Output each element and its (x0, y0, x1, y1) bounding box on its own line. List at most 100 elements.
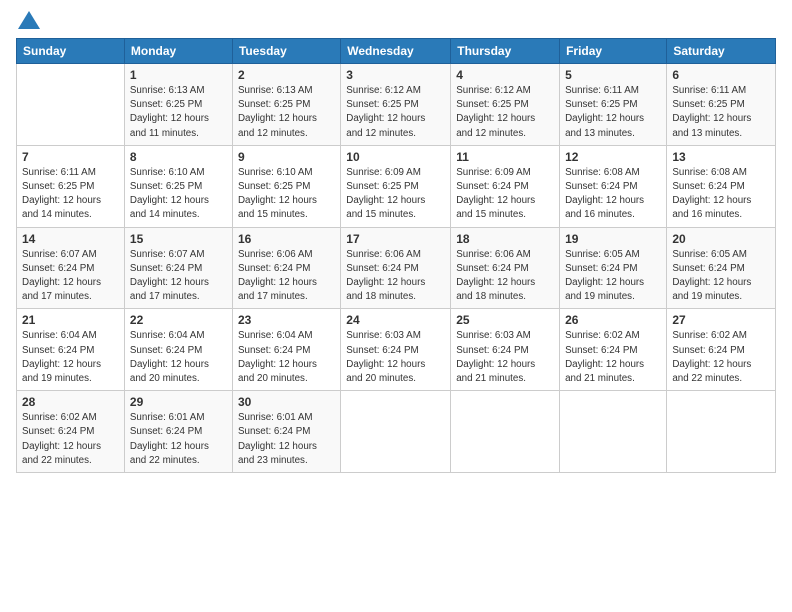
calendar-cell: 3 Sunrise: 6:12 AMSunset: 6:25 PMDaylight… (341, 64, 451, 146)
calendar-cell: 1 Sunrise: 6:13 AMSunset: 6:25 PMDaylight… (124, 64, 232, 146)
calendar-cell: 16 Sunrise: 6:06 AMSunset: 6:24 PMDayligh… (232, 227, 340, 309)
day-number: 19 (565, 232, 661, 246)
day-info: Sunrise: 6:11 AMSunset: 6:25 PMDaylight:… (672, 84, 770, 141)
day-number: 27 (672, 313, 770, 327)
calendar-cell: 10 Sunrise: 6:09 AMSunset: 6:25 PMDayligh… (341, 145, 451, 227)
day-number: 5 (565, 68, 661, 82)
day-number: 13 (672, 150, 770, 164)
calendar-week-row: 21 Sunrise: 6:04 AMSunset: 6:24 PMDayligh… (17, 309, 776, 391)
day-info: Sunrise: 6:05 AMSunset: 6:24 PMDaylight:… (565, 248, 661, 305)
calendar-cell: 9Sunrise: 6:10 AMSunset: 6:25 PMDaylight… (232, 145, 340, 227)
day-number: 21 (22, 313, 119, 327)
day-number: 6 (672, 68, 770, 82)
calendar-cell (17, 64, 125, 146)
day-number: 4 (456, 68, 554, 82)
calendar-day-header: Saturday (667, 39, 776, 64)
day-info: Sunrise: 6:02 AMSunset: 6:24 PMDaylight:… (672, 329, 770, 386)
day-number: 7 (22, 150, 119, 164)
day-info: Sunrise: 6:03 AMSunset: 6:24 PMDaylight:… (456, 329, 554, 386)
day-number: 26 (565, 313, 661, 327)
calendar-day-header: Sunday (17, 39, 125, 64)
calendar-header-row: SundayMondayTuesdayWednesdayThursdayFrid… (17, 39, 776, 64)
day-number: 8 (130, 150, 227, 164)
day-info: Sunrise: 6:08 AMSunset: 6:24 PMDaylight:… (672, 166, 770, 223)
day-info: Sunrise: 6:08 AMSunset: 6:24 PMDaylight:… (565, 166, 661, 223)
calendar-cell: 5 Sunrise: 6:11 AMSunset: 6:25 PMDaylight… (560, 64, 667, 146)
day-info: Sunrise: 6:03 AMSunset: 6:24 PMDaylight:… (346, 329, 445, 386)
day-number: 18 (456, 232, 554, 246)
day-number: 15 (130, 232, 227, 246)
day-number: 30 (238, 395, 335, 409)
calendar-cell: 2 Sunrise: 6:13 AMSunset: 6:25 PMDaylight… (232, 64, 340, 146)
calendar-week-row: 7 Sunrise: 6:11 AMSunset: 6:25 PMDaylight… (17, 145, 776, 227)
calendar-cell: 17 Sunrise: 6:06 AMSunset: 6:24 PMDayligh… (341, 227, 451, 309)
calendar-cell: 18 Sunrise: 6:06 AMSunset: 6:24 PMDayligh… (451, 227, 560, 309)
calendar-cell: 30Sunrise: 6:01 AMSunset: 6:24 PMDayligh… (232, 391, 340, 473)
calendar-cell: 27 Sunrise: 6:02 AMSunset: 6:24 PMDayligh… (667, 309, 776, 391)
day-info: Sunrise: 6:13 AMSunset: 6:25 PMDaylight:… (238, 84, 335, 141)
calendar-cell (341, 391, 451, 473)
calendar-cell: 28Sunrise: 6:02 AMSunset: 6:24 PMDayligh… (17, 391, 125, 473)
header (16, 12, 776, 30)
day-number: 3 (346, 68, 445, 82)
calendar-cell: 23 Sunrise: 6:04 AMSunset: 6:24 PMDayligh… (232, 309, 340, 391)
day-info: Sunrise: 6:04 AMSunset: 6:24 PMDaylight:… (238, 329, 335, 386)
day-info: Sunrise: 6:11 AMSunset: 6:25 PMDaylight:… (565, 84, 661, 141)
calendar-cell: 4 Sunrise: 6:12 AMSunset: 6:25 PMDaylight… (451, 64, 560, 146)
day-info: Sunrise: 6:10 AMSunset: 6:25 PMDaylight:… (130, 166, 227, 223)
calendar-cell: 26 Sunrise: 6:02 AMSunset: 6:24 PMDayligh… (560, 309, 667, 391)
calendar-cell: 22 Sunrise: 6:04 AMSunset: 6:24 PMDayligh… (124, 309, 232, 391)
day-number: 10 (346, 150, 445, 164)
day-number: 1 (130, 68, 227, 82)
calendar-cell: 12 Sunrise: 6:08 AMSunset: 6:24 PMDayligh… (560, 145, 667, 227)
calendar-cell: 11 Sunrise: 6:09 AMSunset: 6:24 PMDayligh… (451, 145, 560, 227)
day-info: Sunrise: 6:12 AMSunset: 6:25 PMDaylight:… (346, 84, 445, 141)
day-number: 11 (456, 150, 554, 164)
calendar-body: 1 Sunrise: 6:13 AMSunset: 6:25 PMDaylight… (17, 64, 776, 473)
calendar-cell: 6 Sunrise: 6:11 AMSunset: 6:25 PMDaylight… (667, 64, 776, 146)
day-info: Sunrise: 6:02 AMSunset: 6:24 PMDaylight:… (565, 329, 661, 386)
day-info: Sunrise: 6:01 AMSunset: 6:24 PMDaylight:… (130, 411, 227, 468)
calendar-header: SundayMondayTuesdayWednesdayThursdayFrid… (17, 39, 776, 64)
calendar-day-header: Thursday (451, 39, 560, 64)
calendar-cell (560, 391, 667, 473)
day-number: 14 (22, 232, 119, 246)
day-info: Sunrise: 6:09 AMSunset: 6:25 PMDaylight:… (346, 166, 445, 223)
day-number: 23 (238, 313, 335, 327)
calendar-week-row: 1 Sunrise: 6:13 AMSunset: 6:25 PMDaylight… (17, 64, 776, 146)
day-info: Sunrise: 6:06 AMSunset: 6:24 PMDaylight:… (346, 248, 445, 305)
day-number: 25 (456, 313, 554, 327)
calendar-day-header: Friday (560, 39, 667, 64)
day-number: 28 (22, 395, 119, 409)
day-number: 17 (346, 232, 445, 246)
day-info: Sunrise: 6:10 AMSunset: 6:25 PMDaylight:… (238, 166, 335, 223)
calendar-cell: 7 Sunrise: 6:11 AMSunset: 6:25 PMDaylight… (17, 145, 125, 227)
day-info: Sunrise: 6:06 AMSunset: 6:24 PMDaylight:… (238, 248, 335, 305)
day-number: 22 (130, 313, 227, 327)
day-info: Sunrise: 6:09 AMSunset: 6:24 PMDaylight:… (456, 166, 554, 223)
calendar-cell (667, 391, 776, 473)
day-info: Sunrise: 6:12 AMSunset: 6:25 PMDaylight:… (456, 84, 554, 141)
day-info: Sunrise: 6:13 AMSunset: 6:25 PMDaylight:… (130, 84, 227, 141)
day-number: 29 (130, 395, 227, 409)
day-info: Sunrise: 6:11 AMSunset: 6:25 PMDaylight:… (22, 166, 119, 223)
day-info: Sunrise: 6:04 AMSunset: 6:24 PMDaylight:… (130, 329, 227, 386)
calendar-cell: 19 Sunrise: 6:05 AMSunset: 6:24 PMDayligh… (560, 227, 667, 309)
day-info: Sunrise: 6:05 AMSunset: 6:24 PMDaylight:… (672, 248, 770, 305)
calendar-cell: 25 Sunrise: 6:03 AMSunset: 6:24 PMDayligh… (451, 309, 560, 391)
calendar-cell: 15 Sunrise: 6:07 AMSunset: 6:24 PMDayligh… (124, 227, 232, 309)
calendar-cell: 21Sunrise: 6:04 AMSunset: 6:24 PMDayligh… (17, 309, 125, 391)
logo (16, 12, 40, 30)
calendar-cell (451, 391, 560, 473)
day-info: Sunrise: 6:06 AMSunset: 6:24 PMDaylight:… (456, 248, 554, 305)
calendar-cell: 14Sunrise: 6:07 AMSunset: 6:24 PMDayligh… (17, 227, 125, 309)
calendar-cell: 24 Sunrise: 6:03 AMSunset: 6:24 PMDayligh… (341, 309, 451, 391)
logo-icon (18, 11, 40, 29)
day-number: 12 (565, 150, 661, 164)
day-number: 24 (346, 313, 445, 327)
day-number: 16 (238, 232, 335, 246)
day-info: Sunrise: 6:07 AMSunset: 6:24 PMDaylight:… (130, 248, 227, 305)
day-number: 2 (238, 68, 335, 82)
calendar-day-header: Tuesday (232, 39, 340, 64)
day-number: 20 (672, 232, 770, 246)
